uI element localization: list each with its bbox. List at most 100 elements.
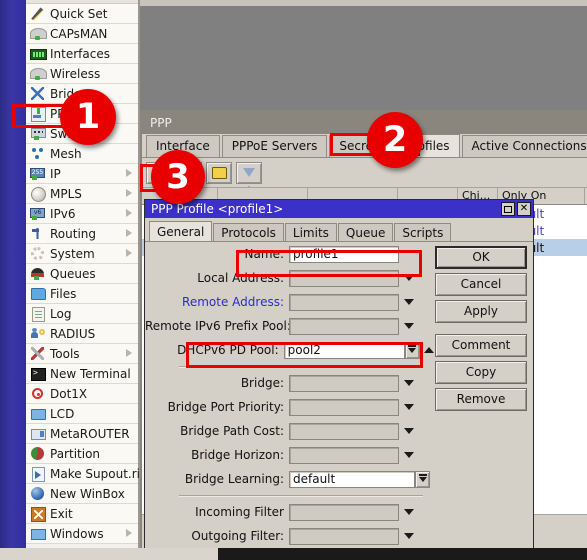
comment-button[interactable]: Comment xyxy=(435,334,527,357)
comment-button[interactable] xyxy=(206,161,232,184)
ok-button[interactable]: OK xyxy=(435,246,527,269)
tab-active-connections[interactable]: Active Connections xyxy=(461,135,587,157)
sidebar-item-exit[interactable]: Exit xyxy=(26,504,138,524)
dialog-button-column: OK Cancel Apply Comment Copy Remove xyxy=(435,246,527,415)
sidebar-item-label: IP xyxy=(50,166,61,181)
chevron-down-icon[interactable] xyxy=(402,447,415,464)
sidebar-item-interfaces[interactable]: Interfaces xyxy=(26,44,138,64)
remove-button[interactable]: Remove xyxy=(435,388,527,411)
terminal-icon xyxy=(30,366,46,381)
ip-icon: 255 xyxy=(30,166,45,181)
filter-button[interactable] xyxy=(236,161,262,190)
chevron-right-icon xyxy=(126,249,132,257)
close-button[interactable]: ✕ xyxy=(517,202,531,216)
sidebar-item-make-supout-rif[interactable]: Make Supout.rif xyxy=(26,464,144,484)
sidebar-item-new-winbox[interactable]: New WinBox xyxy=(26,484,138,504)
sidebar-item-partition[interactable]: Partition xyxy=(26,444,138,464)
antenna-icon xyxy=(30,26,47,41)
field-label[interactable]: Remote Address: xyxy=(145,295,289,309)
sidebar-item-quick-set[interactable]: Quick Set xyxy=(26,4,138,24)
main-menu-sidebar: Quick Set CAPsMAN Interfaces Wireless Bridge… xyxy=(26,0,144,554)
window-icon xyxy=(30,526,46,541)
sidebar-item-capsman[interactable]: CAPsMAN xyxy=(26,24,138,44)
dialog-tab-limits[interactable]: Limits xyxy=(284,223,337,242)
apply-button[interactable]: Apply xyxy=(435,300,527,323)
field-input[interactable] xyxy=(289,293,399,311)
sidebar-item-wireless[interactable]: Wireless xyxy=(26,64,138,84)
form-row: Bridge Learning: default xyxy=(145,467,435,491)
dot1x-icon xyxy=(30,386,45,401)
gear-icon xyxy=(30,246,45,261)
sidebar-item-mpls[interactable]: MPLS xyxy=(26,184,138,204)
field-input[interactable] xyxy=(289,422,399,440)
button-group-gap xyxy=(435,327,527,334)
field-label: Bridge: xyxy=(240,376,284,390)
chevron-right-icon xyxy=(126,229,132,237)
form-divider-2 xyxy=(179,495,423,496)
exit-icon xyxy=(30,506,46,522)
field-input[interactable] xyxy=(289,527,399,545)
dropdown-button[interactable] xyxy=(415,470,430,488)
sidebar-item-mesh[interactable]: Mesh xyxy=(26,144,138,164)
bridge-icon xyxy=(30,86,45,101)
queue-icon xyxy=(30,266,45,281)
chevron-right-icon xyxy=(126,189,132,197)
field-input[interactable]: default xyxy=(289,470,415,488)
dialog-title: PPP Profile <profile1> xyxy=(145,200,533,218)
wand-icon xyxy=(30,6,45,21)
chevron-down-icon[interactable] xyxy=(402,528,415,545)
chevron-right-icon xyxy=(126,529,132,537)
sidebar-item-queues[interactable]: Queues xyxy=(26,264,138,284)
dialog-tab-protocols[interactable]: Protocols xyxy=(213,223,284,242)
field-input[interactable] xyxy=(289,374,399,392)
field-input[interactable] xyxy=(289,446,399,464)
field-label: Bridge Path Cost: xyxy=(180,424,284,438)
sidebar-item-ip[interactable]: 255 IP xyxy=(26,164,138,184)
maximize-icon xyxy=(504,205,512,213)
sidebar-item-routing[interactable]: Routing xyxy=(26,224,138,244)
chevron-right-icon xyxy=(126,349,132,357)
chevron-down-icon[interactable] xyxy=(402,375,415,392)
sidebar-item-files[interactable]: Files xyxy=(26,284,138,304)
sidebar-item-list: Quick Set CAPsMAN Interfaces Wireless Bridge… xyxy=(26,4,144,544)
sidebar-item-label: New Terminal xyxy=(50,366,131,381)
sidebar-item-label: Interfaces xyxy=(50,46,110,61)
funnel-icon xyxy=(243,168,255,190)
maximize-button[interactable] xyxy=(501,202,515,216)
chevron-down-icon[interactable] xyxy=(402,399,415,416)
chevron-up-icon[interactable] xyxy=(423,342,436,359)
tab-pppoe-servers[interactable]: PPPoE Servers xyxy=(221,135,328,157)
sidebar-item-label: RADIUS xyxy=(50,326,96,341)
chevron-down-icon[interactable] xyxy=(402,294,415,311)
chevron-down-icon[interactable] xyxy=(402,318,415,335)
highlight-name-field xyxy=(236,250,422,277)
chevron-down-icon[interactable] xyxy=(402,423,415,440)
dialog-tab-general[interactable]: General xyxy=(149,221,213,242)
sidebar-item-dot1x[interactable]: Dot1X xyxy=(26,384,138,404)
chevron-right-icon xyxy=(126,169,132,177)
dialog-tab-queue[interactable]: Queue xyxy=(337,223,394,242)
step-marker-3: 3 xyxy=(151,150,205,204)
highlight-dhcpv6-pd-pool xyxy=(186,342,423,368)
dialog-tab-scripts[interactable]: Scripts xyxy=(394,223,452,242)
sidebar-item-lcd[interactable]: LCD xyxy=(26,404,138,424)
sidebar-item-label: CAPsMAN xyxy=(50,26,108,41)
chevron-down-icon[interactable] xyxy=(402,504,415,521)
sidebar-item-tools[interactable]: Tools xyxy=(26,344,138,364)
field-input[interactable] xyxy=(289,503,399,521)
sidebar-item-ipv6[interactable]: v6 IPv6 xyxy=(26,204,138,224)
sidebar-item-metarouter[interactable]: MetaROUTER xyxy=(26,424,138,444)
sidebar-item-log[interactable]: Log xyxy=(26,304,138,324)
step-marker-1: 1 xyxy=(60,89,116,145)
sidebar-item-new-terminal[interactable]: New Terminal xyxy=(26,364,138,384)
copy-button[interactable]: Copy xyxy=(435,361,527,384)
field-input[interactable] xyxy=(289,398,399,416)
sidebar-item-label: Log xyxy=(50,306,72,321)
cancel-button[interactable]: Cancel xyxy=(435,273,527,296)
field-input[interactable] xyxy=(289,317,399,335)
sidebar-item-label: Dot1X xyxy=(50,386,88,401)
sidebar-item-windows[interactable]: Windows xyxy=(26,524,138,544)
form-row: Bridge Path Cost: xyxy=(145,419,435,443)
sidebar-item-radius[interactable]: RADIUS xyxy=(26,324,138,344)
sidebar-item-system[interactable]: System xyxy=(26,244,138,264)
